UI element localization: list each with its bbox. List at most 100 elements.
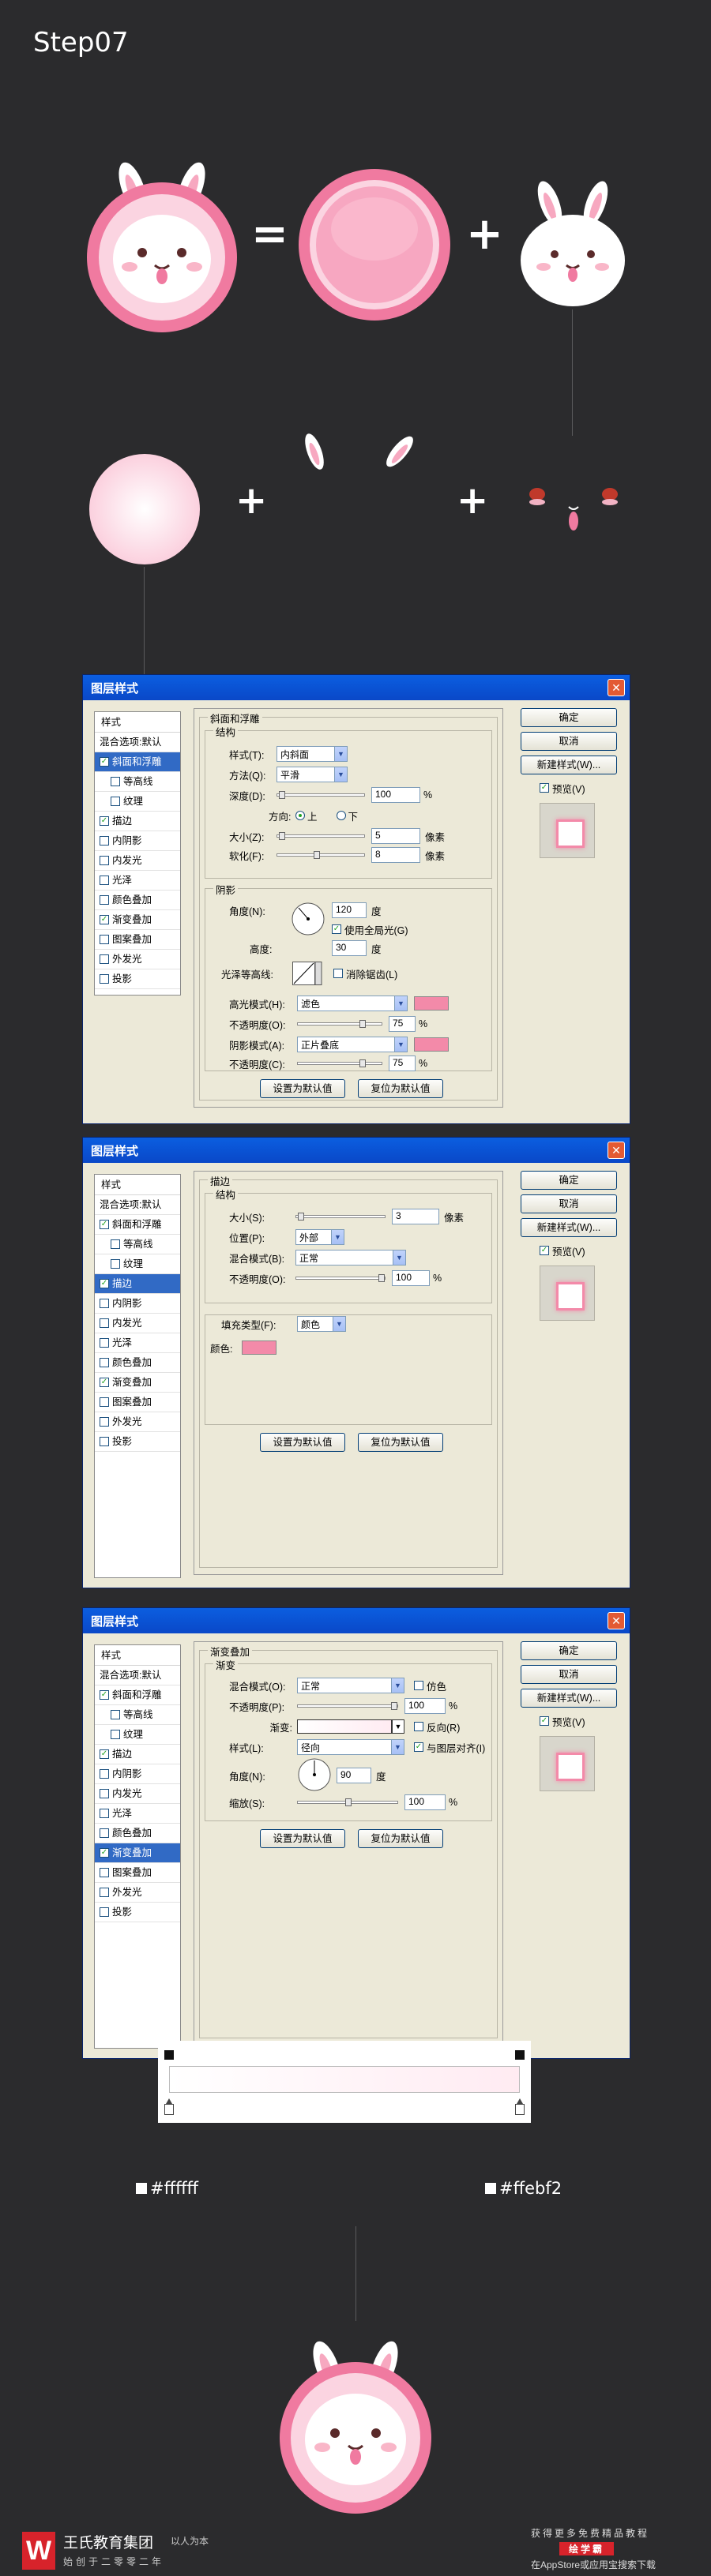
fill-type-select[interactable]: 颜色 ▼ bbox=[297, 1316, 346, 1332]
depth-input[interactable]: 100 bbox=[371, 787, 420, 803]
style-checkbox[interactable] bbox=[100, 1299, 109, 1308]
shadow-mode-select[interactable]: 正片叠底 ▼ bbox=[297, 1037, 408, 1052]
radio-up[interactable] bbox=[295, 811, 305, 820]
dither-checkbox[interactable] bbox=[414, 1681, 423, 1690]
style-list-item[interactable]: 内发光 bbox=[95, 1784, 180, 1804]
style-checkbox[interactable] bbox=[100, 836, 109, 846]
style-list-item[interactable]: 描边 bbox=[95, 1274, 180, 1294]
color-stop-right[interactable] bbox=[515, 2098, 525, 2115]
close-icon[interactable]: ✕ bbox=[608, 1142, 625, 1159]
blend-mode-select[interactable]: 正常 ▼ bbox=[295, 1250, 406, 1266]
global-light-checkbox[interactable] bbox=[332, 924, 341, 934]
scale-slider[interactable] bbox=[297, 1798, 398, 1806]
highlight-opacity-slider[interactable] bbox=[297, 1020, 382, 1028]
highlight-mode-select[interactable]: 滤色 ▼ bbox=[297, 996, 408, 1011]
style-checkbox[interactable] bbox=[111, 1710, 120, 1719]
gloss-contour-picker[interactable] bbox=[292, 962, 322, 985]
style-checkbox[interactable] bbox=[100, 1338, 109, 1348]
style-checkbox[interactable] bbox=[111, 1730, 120, 1739]
size-input[interactable]: 5 bbox=[371, 828, 420, 844]
style-checkbox[interactable] bbox=[100, 1690, 109, 1700]
style-list-item[interactable]: 内阴影 bbox=[95, 1294, 180, 1314]
ok-button[interactable]: 确定 bbox=[521, 1641, 617, 1660]
style-list-item[interactable]: 内发光 bbox=[95, 851, 180, 871]
angle-input[interactable]: 120 bbox=[332, 902, 367, 918]
altitude-input[interactable]: 30 bbox=[332, 940, 367, 956]
cancel-button[interactable]: 取消 bbox=[521, 1194, 617, 1213]
style-list-item[interactable]: 光泽 bbox=[95, 1333, 180, 1353]
new-style-button[interactable]: 新建样式(W)... bbox=[521, 756, 617, 774]
style-checkbox[interactable] bbox=[100, 816, 109, 826]
style-checkbox[interactable] bbox=[100, 1378, 109, 1387]
highlight-opacity-input[interactable]: 75 bbox=[389, 1016, 416, 1032]
soften-slider[interactable] bbox=[276, 851, 365, 859]
angle-dial[interactable] bbox=[297, 1757, 332, 1792]
highlight-color-swatch[interactable] bbox=[414, 996, 449, 1011]
style-checkbox[interactable] bbox=[100, 1279, 109, 1288]
style-list-item[interactable]: 颜色叠加 bbox=[95, 1824, 180, 1843]
reset-default-button[interactable]: 复位为默认值 bbox=[358, 1079, 443, 1098]
style-list-item[interactable]: 描边 bbox=[95, 812, 180, 831]
position-select[interactable]: 外部 ▼ bbox=[295, 1229, 344, 1245]
ok-button[interactable]: 确定 bbox=[521, 1171, 617, 1190]
set-default-button[interactable]: 设置为默认值 bbox=[260, 1829, 345, 1848]
style-checkbox[interactable] bbox=[111, 797, 120, 806]
style-list-item[interactable]: 内阴影 bbox=[95, 831, 180, 851]
style-list-item[interactable]: 光泽 bbox=[95, 871, 180, 891]
style-checkbox[interactable] bbox=[100, 856, 109, 865]
style-checkbox[interactable] bbox=[100, 1417, 109, 1427]
style-list-item[interactable]: 描边 bbox=[95, 1745, 180, 1764]
shadow-color-swatch[interactable] bbox=[414, 1037, 449, 1052]
style-checkbox[interactable] bbox=[100, 1769, 109, 1779]
style-checkbox[interactable] bbox=[111, 1259, 120, 1269]
style-list-item[interactable]: 等高线 bbox=[95, 1235, 180, 1254]
new-style-button[interactable]: 新建样式(W)... bbox=[521, 1218, 617, 1237]
style-checkbox[interactable] bbox=[100, 1848, 109, 1858]
opacity-slider[interactable] bbox=[295, 1274, 386, 1282]
style-checkbox[interactable] bbox=[100, 1809, 109, 1818]
style-list-item[interactable]: 外发光 bbox=[95, 1412, 180, 1432]
style-list-item[interactable]: 颜色叠加 bbox=[95, 891, 180, 910]
style-checkbox[interactable] bbox=[100, 1220, 109, 1229]
reverse-checkbox[interactable] bbox=[414, 1722, 423, 1731]
cancel-button[interactable]: 取消 bbox=[521, 732, 617, 751]
blend-mode-select[interactable]: 正常 ▼ bbox=[297, 1678, 404, 1693]
style-list-item[interactable]: 渐变叠加 bbox=[95, 1373, 180, 1393]
style-checkbox[interactable] bbox=[100, 1397, 109, 1407]
style-list-item[interactable]: 纹理 bbox=[95, 1254, 180, 1274]
style-checkbox[interactable] bbox=[100, 1437, 109, 1446]
opacity-stop-left[interactable] bbox=[164, 2050, 174, 2060]
style-list-item[interactable]: 图案叠加 bbox=[95, 930, 180, 950]
set-default-button[interactable]: 设置为默认值 bbox=[260, 1433, 345, 1452]
style-list-item[interactable]: 投影 bbox=[95, 969, 180, 989]
style-list-item[interactable]: 外发光 bbox=[95, 950, 180, 969]
style-list-item[interactable]: 混合选项:默认 bbox=[95, 1666, 180, 1685]
chevron-down-icon[interactable]: ▼ bbox=[392, 1719, 404, 1734]
style-select[interactable]: 内斜面 ▼ bbox=[276, 746, 348, 762]
style-checkbox[interactable] bbox=[100, 876, 109, 885]
style-list-item[interactable]: 投影 bbox=[95, 1903, 180, 1922]
ok-button[interactable]: 确定 bbox=[521, 708, 617, 727]
shadow-opacity-slider[interactable] bbox=[297, 1059, 382, 1067]
opacity-stop-right[interactable] bbox=[515, 2050, 525, 2060]
set-default-button[interactable]: 设置为默认值 bbox=[260, 1079, 345, 1098]
app-badge[interactable]: 绘学霸 bbox=[559, 2542, 615, 2555]
close-icon[interactable]: ✕ bbox=[608, 679, 625, 696]
style-list-item[interactable]: 纹理 bbox=[95, 1725, 180, 1745]
depth-slider[interactable] bbox=[276, 791, 365, 799]
style-checkbox[interactable] bbox=[100, 895, 109, 905]
opacity-input[interactable]: 100 bbox=[392, 1270, 430, 1286]
cancel-button[interactable]: 取消 bbox=[521, 1665, 617, 1684]
style-list-item[interactable]: 图案叠加 bbox=[95, 1863, 180, 1883]
antialias-checkbox[interactable] bbox=[333, 969, 343, 978]
style-list-item[interactable]: 等高线 bbox=[95, 1705, 180, 1725]
shadow-opacity-input[interactable]: 75 bbox=[389, 1056, 416, 1071]
style-list-item[interactable]: 外发光 bbox=[95, 1883, 180, 1903]
style-list-item[interactable]: 投影 bbox=[95, 1432, 180, 1452]
style-checkbox[interactable] bbox=[100, 915, 109, 924]
style-checkbox[interactable] bbox=[100, 1749, 109, 1759]
preview-checkbox[interactable] bbox=[540, 1246, 549, 1255]
new-style-button[interactable]: 新建样式(W)... bbox=[521, 1689, 617, 1708]
style-list-item[interactable]: 图案叠加 bbox=[95, 1393, 180, 1412]
scale-input[interactable]: 100 bbox=[404, 1794, 446, 1810]
